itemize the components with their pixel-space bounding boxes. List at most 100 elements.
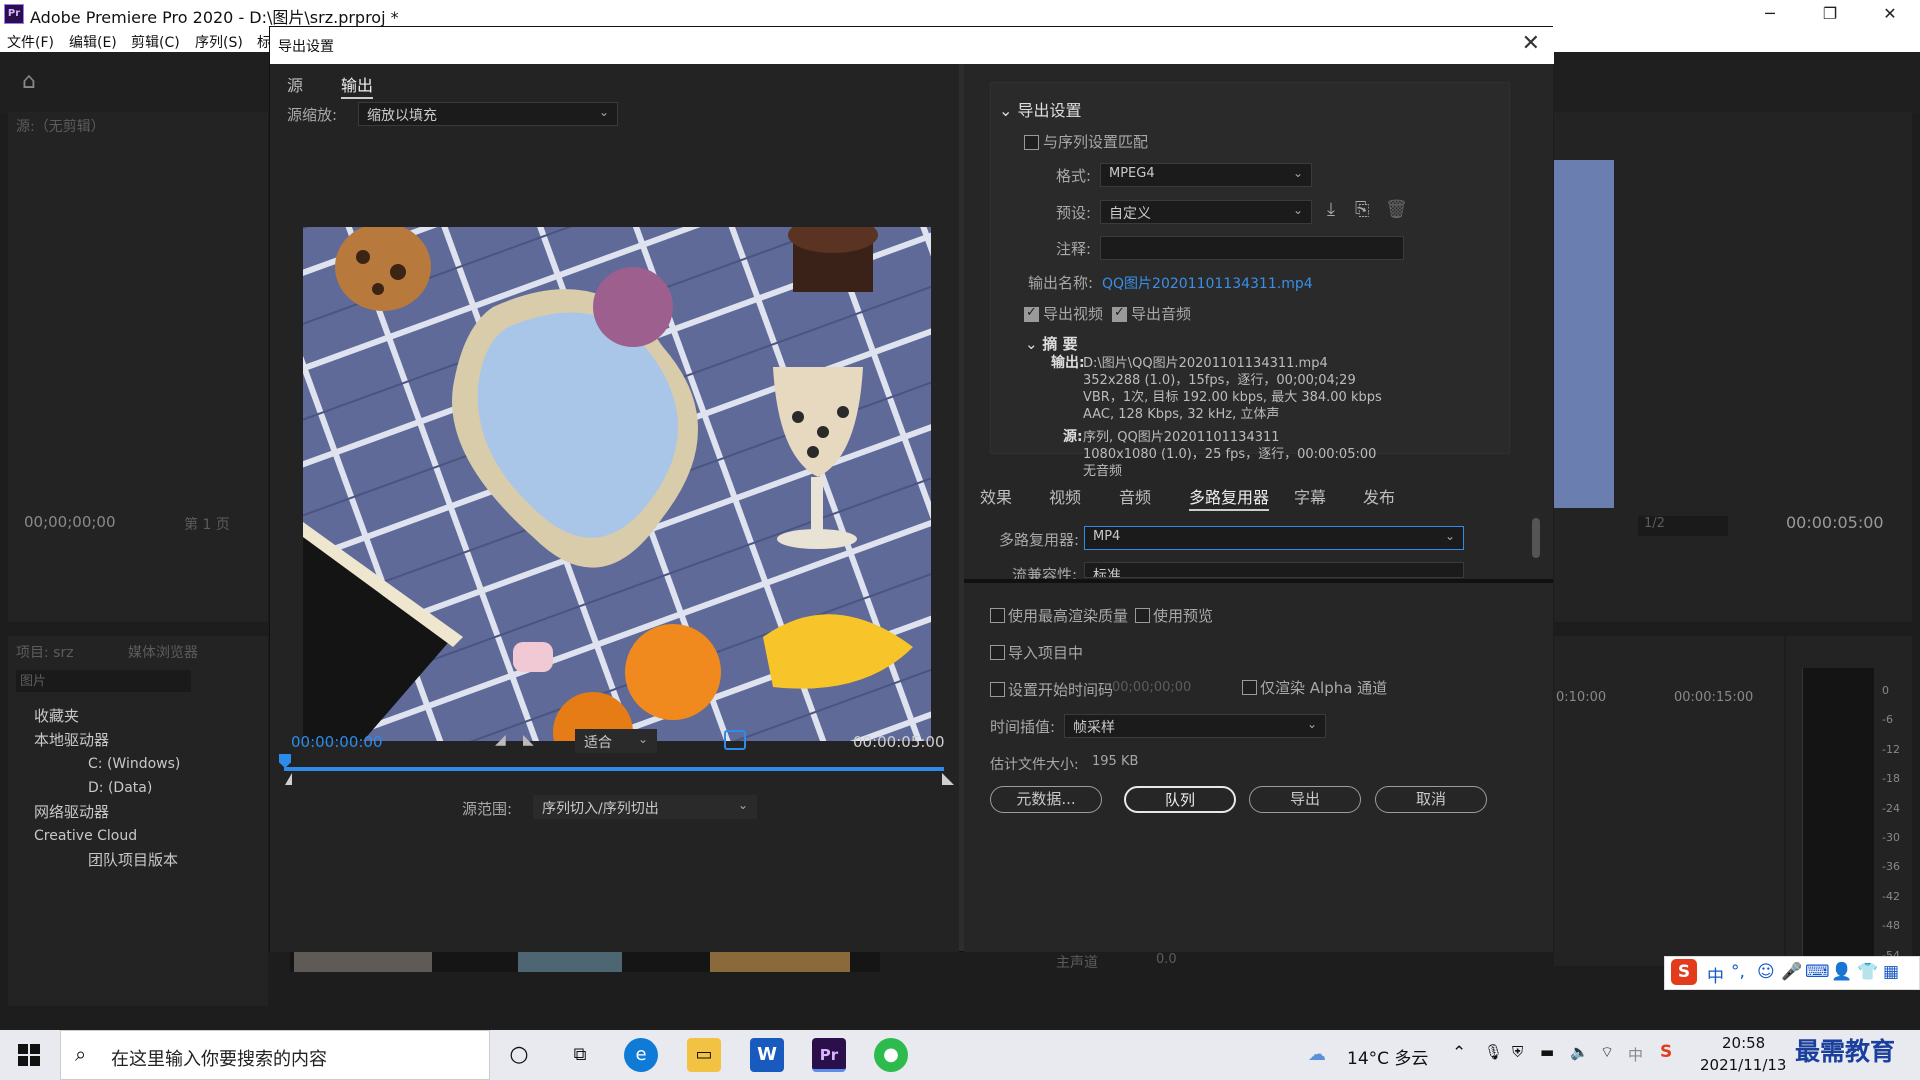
in-marker-icon[interactable] <box>278 773 292 785</box>
summary-header[interactable]: ⌄ 摘 要 <box>1025 333 1078 354</box>
tab-video[interactable]: 视频 <box>1049 484 1081 508</box>
splitter[interactable] <box>964 579 1553 583</box>
network-icon[interactable]: ⌔ <box>1600 1043 1614 1062</box>
start-timecode-value[interactable]: 00;00;00;00 <box>1112 680 1191 695</box>
tree-d-drive[interactable]: D: (Data) <box>18 776 180 800</box>
source-range-select[interactable]: 序列切入/序列切出 ⌄ <box>533 795 757 819</box>
volume-icon[interactable]: 🔈 <box>1570 1043 1589 1061</box>
program-fraction[interactable]: 1/2 <box>1638 516 1728 536</box>
comment-label: 注释: <box>1056 240 1092 258</box>
max-render-quality-checkbox[interactable] <box>990 608 1005 623</box>
format-select[interactable]: MPEG4 ⌄ <box>1100 163 1312 187</box>
tab-multiplexer[interactable]: 多路复用器 <box>1189 484 1270 511</box>
sogou-tray-icon[interactable]: S <box>1660 1042 1672 1062</box>
ime-toolbar[interactable]: S 中 °, ☺ 🎤 ⌨ 👤 👕 ▦ <box>1664 956 1920 990</box>
tree-c-drive[interactable]: C: (Windows) <box>18 752 180 776</box>
tab-audio[interactable]: 音频 <box>1119 484 1151 508</box>
playhead-icon[interactable] <box>279 754 291 768</box>
tree-network-drives[interactable]: 网络驱动器 <box>18 800 180 824</box>
time-interpolation-select[interactable]: 帧采样 ⌄ <box>1064 714 1326 738</box>
tab-captions[interactable]: 字幕 <box>1294 484 1326 508</box>
source-scale-select[interactable]: 缩放以填充 ⌄ <box>358 102 618 126</box>
clock-time[interactable]: 20:58 <box>1722 1034 1765 1052</box>
home-icon[interactable]: ⌂ <box>22 69 36 94</box>
restore-button[interactable]: ❐ <box>1800 0 1860 29</box>
premiere-taskbar-icon[interactable]: Pr <box>812 1038 846 1072</box>
project-tab[interactable]: 项目: srz <box>16 642 74 662</box>
export-settings-header[interactable]: ⌄ 导出设置 <box>999 97 1082 121</box>
browser-path[interactable]: 图片 <box>16 670 191 692</box>
tree-creative-cloud[interactable]: Creative Cloud <box>18 824 180 848</box>
time-interpolation-label: 时间插值: <box>990 718 1056 736</box>
fit-select[interactable]: 适合 ⌄ <box>575 729 657 753</box>
menu-sequence[interactable]: 序列(S) <box>195 32 243 52</box>
set-out-point-icon[interactable]: ◣ <box>523 732 534 748</box>
aspect-correction-icon[interactable] <box>724 730 746 750</box>
metadata-button[interactable]: 元数据... <box>990 786 1102 813</box>
queue-button[interactable]: 队列 <box>1124 786 1236 813</box>
menu-clip[interactable]: 剪辑(C) <box>131 32 180 52</box>
chevron-up-icon[interactable]: ⌃ <box>1452 1043 1466 1063</box>
preview-scrubber-track[interactable] <box>284 767 944 771</box>
set-in-point-icon[interactable]: ◢ <box>495 732 506 748</box>
chevron-down-icon: ⌄ <box>1444 529 1455 543</box>
export-video-label: 导出视频 <box>1043 305 1104 323</box>
tab-source[interactable]: 源 <box>287 72 303 96</box>
delete-preset-icon[interactable]: 🗑 <box>1385 199 1408 220</box>
microphone-icon[interactable]: 🎙 <box>1484 1043 1503 1061</box>
set-start-timecode-checkbox[interactable] <box>990 682 1005 697</box>
menu-edit[interactable]: 编辑(E) <box>69 32 117 52</box>
settings-scrollbar[interactable] <box>1532 518 1540 558</box>
dialog-title-bar: 导出设置 ✕ <box>270 27 1554 64</box>
taskbar: ⌕ 在这里输入你要搜索的内容 ○ ⧉ e ▭ W Pr ● ☁ 14°C 多云 … <box>0 1030 1920 1080</box>
weather-text[interactable]: 14°C 多云 <box>1347 1044 1428 1069</box>
source-scale-label: 源缩放: <box>287 106 338 124</box>
summary-output-label: 输出: <box>1051 355 1085 371</box>
file-explorer-icon[interactable]: ▭ <box>687 1038 721 1072</box>
use-preview-checkbox[interactable] <box>1135 608 1150 623</box>
tab-output[interactable]: 输出 <box>341 72 374 99</box>
wechat-icon[interactable]: ● <box>874 1038 908 1072</box>
close-window-button[interactable]: ✕ <box>1860 0 1920 29</box>
import-into-project-checkbox[interactable] <box>990 645 1005 660</box>
tree-favorites[interactable]: 收藏夹 <box>18 704 180 728</box>
task-view-icon[interactable]: ⧉ <box>563 1038 597 1072</box>
match-sequence-checkbox[interactable] <box>1024 135 1039 150</box>
muxer-select[interactable]: MP4 ⌄ <box>1084 526 1464 550</box>
windows-start-icon[interactable] <box>18 1044 40 1066</box>
preview-start-timecode[interactable]: 00:00:00:00 <box>291 733 383 751</box>
output-name-link[interactable]: QQ图片20201101134311.mp4 <box>1102 273 1313 293</box>
alpha-only-checkbox[interactable] <box>1242 680 1257 695</box>
menu-file[interactable]: 文件(F) <box>7 32 54 52</box>
battery-icon[interactable]: ▬ <box>1540 1043 1554 1061</box>
cancel-button[interactable]: 取消 <box>1375 786 1487 813</box>
preset-select[interactable]: 自定义 ⌄ <box>1100 200 1312 224</box>
tab-publish[interactable]: 发布 <box>1363 484 1395 508</box>
tab-effects[interactable]: 效果 <box>980 484 1012 508</box>
clock-date[interactable]: 2021/11/13 <box>1700 1056 1786 1074</box>
export-settings-section: ⌄ 导出设置 与序列设置匹配 格式: MPEG4 ⌄ 预设: 自定义 ⌄ ⤓ ⎘ 🗑… <box>990 82 1510 479</box>
export-video-checkbox[interactable] <box>1024 305 1039 322</box>
security-icon[interactable]: ⛨ <box>1512 1043 1523 1061</box>
stream-compat-select[interactable]: 标准 <box>1084 562 1464 578</box>
minimize-button[interactable]: ─ <box>1740 0 1800 29</box>
tree-team-projects[interactable]: 团队项目版本 <box>18 848 180 872</box>
comment-input[interactable] <box>1100 236 1404 260</box>
use-preview-label: 使用预览 <box>1153 607 1214 625</box>
word-icon[interactable]: W <box>750 1038 784 1072</box>
save-preset-icon[interactable]: ⤓ <box>1327 199 1335 220</box>
import-preset-icon[interactable]: ⎘ <box>1355 199 1369 220</box>
tree-local-drives[interactable]: 本地驱动器 <box>18 728 180 752</box>
edge-icon[interactable]: e <box>624 1038 658 1072</box>
out-marker-icon[interactable] <box>942 773 954 785</box>
summary-output-lines: D:\图片\QQ图片20201101134311.mp4 352x288 (1.… <box>1083 356 1382 422</box>
export-audio-checkbox[interactable] <box>1112 305 1127 322</box>
file-size-label: 估计文件大小: <box>990 757 1079 773</box>
ime-indicator[interactable]: 中 <box>1628 1044 1643 1065</box>
cortana-icon[interactable]: ○ <box>502 1038 536 1072</box>
export-button[interactable]: 导出 <box>1249 786 1361 813</box>
source-page: 第 1 页 <box>184 517 230 533</box>
taskbar-search-box[interactable]: ⌕ 在这里输入你要搜索的内容 <box>60 1030 490 1080</box>
media-browser-tab[interactable]: 媒体浏览器 <box>128 642 198 662</box>
dialog-close-icon[interactable]: ✕ <box>1522 31 1540 56</box>
